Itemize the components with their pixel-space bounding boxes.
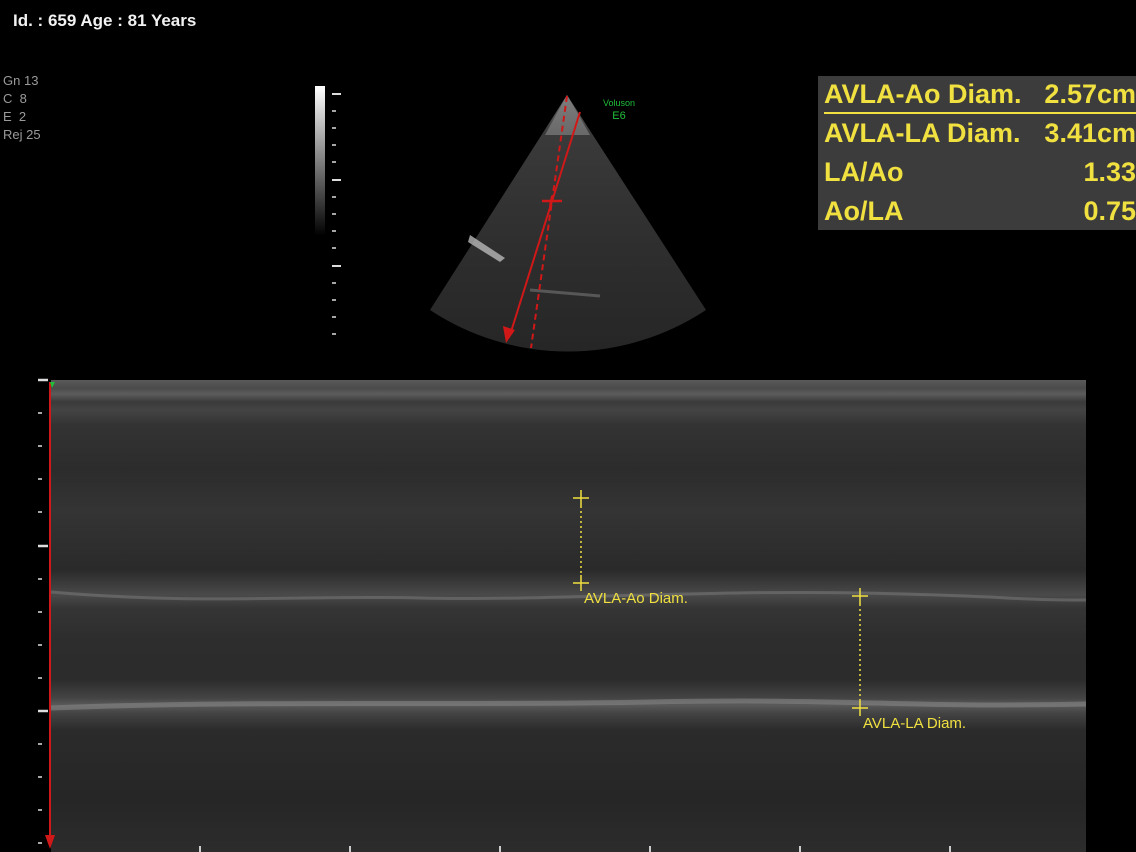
- sector-tip-echo: [545, 95, 590, 135]
- param-gain: Gn 13: [3, 73, 39, 88]
- measure-row-la-ao[interactable]: LA/Ao 1.33: [824, 154, 1136, 190]
- measure-row-ao-la[interactable]: Ao/LA 0.75: [824, 193, 1136, 229]
- measure-row-ao-diam[interactable]: AVLA-Ao Diam. 2.57cm: [824, 76, 1136, 114]
- grayscale-bar: [315, 86, 325, 236]
- image-parameters: Gn 13 C 8 E 2 Rej 25: [3, 72, 41, 144]
- param-compression: C 8: [3, 91, 27, 106]
- depth-scale-mmode: [38, 378, 48, 844]
- caliper-la-label: AVLA-LA Diam.: [863, 715, 967, 732]
- measure-row-la-diam[interactable]: AVLA-LA Diam. 3.41cm: [824, 115, 1136, 151]
- caliper-ao-label: AVLA-Ao Diam.: [584, 590, 688, 607]
- device-label: Voluson E6: [603, 98, 636, 122]
- param-enhance: E 2: [3, 109, 27, 124]
- measurement-panel: AVLA-Ao Diam. 2.57cm AVLA-LA Diam. 3.41cm …: [818, 76, 1136, 230]
- patient-info: Id. : 659 Age : 81 Years: [13, 11, 197, 30]
- sector-image[interactable]: [420, 85, 720, 360]
- mmode-trace[interactable]: [51, 380, 1086, 852]
- param-reject: Rej 25: [3, 127, 41, 142]
- depth-scale-top: [332, 93, 341, 335]
